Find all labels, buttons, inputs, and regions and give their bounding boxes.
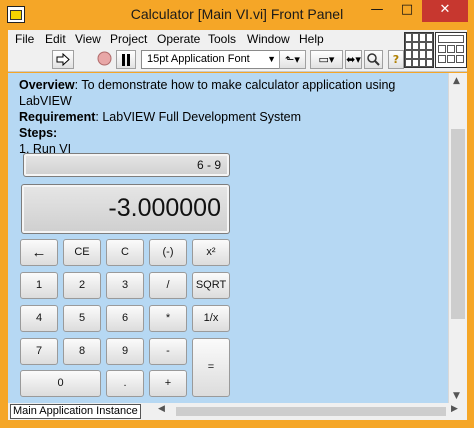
digit-0-button[interactable]: 0 [20,370,101,397]
description-text: Overview: To demonstrate how to make cal… [19,77,448,157]
horizontal-scrollbar: Main Application Instance ◀ ▶ [8,403,467,420]
backspace-button[interactable]: ← [20,239,58,266]
expression-display: 6 - 9 [23,153,230,177]
toolbar: 15pt Application Font ▼ ⬑▾ ▭▾ ⬌▾ ? [8,48,467,72]
menu-project[interactable]: Project [110,32,147,46]
digit-2-button[interactable]: 2 [63,272,101,299]
menu-edit[interactable]: Edit [45,32,66,46]
menu-view[interactable]: View [75,32,101,46]
negate-button[interactable]: (-) [149,239,187,266]
vertical-scrollbar[interactable]: ▲ ▼ [448,73,467,403]
equals-button[interactable]: = [192,338,230,397]
digit-5-button[interactable]: 5 [63,305,101,332]
requirement-label: Requirement [19,110,96,124]
decimal-button[interactable]: . [106,370,144,397]
font-select-value: 15pt Application Font [147,53,250,65]
vi-icon[interactable] [435,32,467,68]
expression-value: 6 - 9 [196,158,221,172]
digit-3-button[interactable]: 3 [106,272,144,299]
pause-button[interactable] [116,50,136,69]
help-icon: ? [392,53,400,66]
menu-window[interactable]: Window [247,32,290,46]
add-button[interactable]: + [149,370,187,397]
connector-pane-icon[interactable] [404,32,434,68]
sqrt-button[interactable]: SQRT [192,272,230,299]
result-display: -3.000000 [21,184,230,234]
help-button[interactable]: ? [388,50,404,69]
align-objects-button[interactable]: ⬑▾ [279,50,306,69]
scroll-left-icon[interactable]: ◀ [158,404,165,414]
scroll-down-icon[interactable]: ▼ [453,391,460,401]
overview-label: Overview [19,78,75,92]
labview-window: Calculator [Main VI.vi] Front Panel — □ … [0,0,474,428]
menu-tools[interactable]: Tools [208,32,236,46]
menu-operate[interactable]: Operate [157,32,200,46]
overview-text: : To demonstrate how to make calculator … [19,78,396,108]
abort-icon [97,51,111,66]
square-button[interactable]: x² [192,239,230,266]
digit-6-button[interactable]: 6 [106,305,144,332]
align-objects-icon: ⬑▾ [285,53,300,66]
pause-icon [122,54,130,66]
distribute-objects-icon: ▭▾ [318,53,335,66]
maximize-button[interactable]: □ [392,0,422,22]
chevron-down-icon: ▼ [267,54,276,64]
horizontal-scroll-thumb[interactable] [176,407,446,416]
menu-bar: File Edit View Project Operate Tools Win… [8,30,467,48]
clear-button[interactable]: C [106,239,144,266]
steps-label: Steps: [19,126,58,140]
search-button[interactable] [364,50,383,69]
scroll-right-icon[interactable]: ▶ [451,404,458,414]
distribute-objects-button[interactable]: ▭▾ [310,50,343,69]
vertical-scroll-thumb[interactable] [451,129,465,319]
divide-button[interactable]: / [149,272,187,299]
multiply-button[interactable]: * [149,305,187,332]
reciprocal-button[interactable]: 1/x [192,305,230,332]
search-icon [367,53,380,66]
minimize-button[interactable]: — [362,0,392,22]
scroll-up-icon[interactable]: ▲ [453,76,460,86]
application-instance-label[interactable]: Main Application Instance [10,404,141,419]
digit-7-button[interactable]: 7 [20,338,58,365]
front-panel: Overview: To demonstrate how to make cal… [8,73,448,403]
font-select[interactable]: 15pt Application Font ▼ [141,50,281,69]
reorder-button[interactable]: ⬌▾ [345,50,362,69]
requirement-text: : LabVIEW Full Development System [95,110,302,124]
clear-entry-button[interactable]: CE [63,239,101,266]
reorder-icon: ⬌▾ [346,53,361,66]
abort-button[interactable] [94,50,114,69]
run-arrow-icon [56,52,70,67]
close-button[interactable]: ✕ [422,0,468,22]
result-value: -3.000000 [108,194,221,222]
subtract-button[interactable]: - [149,338,187,365]
digit-1-button[interactable]: 1 [20,272,58,299]
digit-8-button[interactable]: 8 [63,338,101,365]
title-bar[interactable]: Calculator [Main VI.vi] Front Panel — □ … [0,0,474,30]
menu-help[interactable]: Help [299,32,324,46]
run-button[interactable] [52,50,74,69]
digit-9-button[interactable]: 9 [106,338,144,365]
menu-file[interactable]: File [15,32,34,46]
digit-4-button[interactable]: 4 [20,305,58,332]
